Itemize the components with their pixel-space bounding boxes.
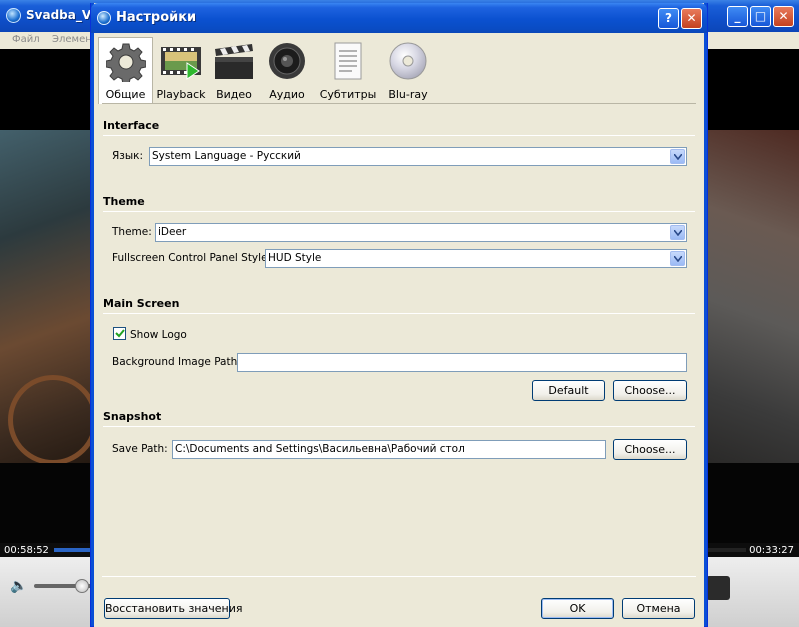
dialog-logo-icon (97, 11, 111, 25)
player-close-button[interactable]: ✕ (773, 6, 794, 27)
volume-knob[interactable] (75, 579, 89, 593)
gear-icon (106, 43, 146, 82)
settings-dialog: Настройки ? ✕ Общие Playback Видео Аудио… (90, 3, 708, 627)
theme-value: iDeer (158, 226, 187, 238)
interface-heading: Interface (103, 119, 160, 132)
tab-bluray[interactable]: Blu-ray (383, 37, 433, 104)
clapperboard-icon (215, 44, 253, 79)
tab-subtitles[interactable]: Субтитры (316, 37, 380, 104)
maximize-button[interactable]: □ (750, 6, 771, 27)
dialog-titlebar: Настройки ? ✕ (91, 3, 707, 33)
save-path-value: C:\Documents and Settings\Васильевна\Раб… (175, 443, 465, 455)
time-remaining: 00:33:27 (749, 545, 794, 556)
tab-video-label: Видео (216, 88, 252, 101)
chevron-down-icon[interactable] (670, 149, 685, 164)
restore-defaults-button[interactable]: Восстановить значения (104, 598, 242, 619)
tab-playback[interactable]: Playback (155, 37, 207, 104)
language-value: System Language - Русский (152, 150, 301, 162)
theme-heading: Theme (103, 195, 145, 208)
ok-button[interactable]: OK (541, 598, 614, 619)
show-logo-label: Show Logo (130, 329, 187, 341)
chevron-down-icon[interactable] (670, 251, 685, 266)
menu-elements[interactable]: Элемен (52, 34, 92, 45)
stop-button[interactable] (706, 576, 730, 600)
tab-audio[interactable]: Аудио (262, 37, 312, 104)
help-icon[interactable]: ? (658, 8, 679, 29)
document-icon (334, 42, 362, 80)
fullscreen-style-select[interactable]: HUD Style (265, 249, 687, 268)
bg-path-label: Background Image Path: (112, 356, 241, 368)
player-title: Svadba_V_ (26, 8, 98, 22)
bg-path-input[interactable] (237, 353, 687, 372)
tab-playback-label: Playback (156, 88, 206, 101)
dialog-title: Настройки (116, 10, 197, 25)
speaker-icon (269, 43, 305, 79)
theme-label: Theme: (112, 226, 152, 238)
snapshot-heading: Snapshot (103, 410, 162, 423)
footer-divider (102, 576, 696, 577)
main-screen-rule (103, 313, 695, 314)
disc-icon (389, 42, 427, 80)
language-select[interactable]: System Language - Русский (149, 147, 687, 166)
cancel-button[interactable]: Отмена (622, 598, 695, 619)
chevron-down-icon[interactable] (670, 225, 685, 240)
settings-toolbar: Общие Playback Видео Аудио Субтитры Blu-… (94, 33, 704, 107)
dialog-body: Общие Playback Видео Аудио Субтитры Blu-… (94, 33, 704, 627)
fullscreen-style-value: HUD Style (268, 252, 322, 264)
default-button[interactable]: Default (532, 380, 605, 401)
tab-bluray-label: Blu-ray (388, 88, 428, 101)
seek-bar-track[interactable] (706, 548, 746, 552)
tab-audio-label: Аудио (269, 88, 305, 101)
tab-subtitles-label: Субтитры (319, 88, 377, 101)
theme-rule (103, 211, 695, 212)
film-play-icon (161, 47, 201, 80)
main-screen-heading: Main Screen (103, 297, 180, 310)
video-frame-right (706, 130, 799, 463)
theme-select[interactable]: iDeer (155, 223, 687, 242)
app-logo-icon (6, 8, 21, 23)
video-wheel-shape (8, 375, 98, 465)
time-elapsed: 00:58:52 (4, 545, 49, 556)
seek-bar[interactable] (54, 548, 94, 552)
tab-general-label: Общие (105, 88, 146, 101)
menu-file[interactable]: Файл (12, 34, 40, 45)
save-path-label: Save Path: (112, 443, 168, 455)
minimize-button[interactable]: _ (727, 6, 748, 27)
save-path-input[interactable]: C:\Documents and Settings\Васильевна\Раб… (172, 440, 606, 459)
volume-icon[interactable]: 🔈 (10, 578, 28, 594)
bg-choose-button[interactable]: Choose... (613, 380, 687, 401)
tab-general[interactable]: Общие (98, 37, 153, 104)
tab-video[interactable]: Видео (209, 37, 259, 104)
show-logo-checkbox[interactable] (113, 327, 126, 340)
snapshot-choose-button[interactable]: Choose... (613, 439, 687, 460)
close-icon[interactable]: ✕ (681, 8, 702, 29)
fullscreen-style-label: Fullscreen Control Panel Style: (112, 252, 272, 264)
snapshot-rule (103, 426, 695, 427)
toolbar-divider (102, 103, 696, 104)
interface-rule (103, 135, 695, 136)
checkmark-icon (115, 329, 125, 338)
language-label: Язык: (112, 150, 144, 162)
